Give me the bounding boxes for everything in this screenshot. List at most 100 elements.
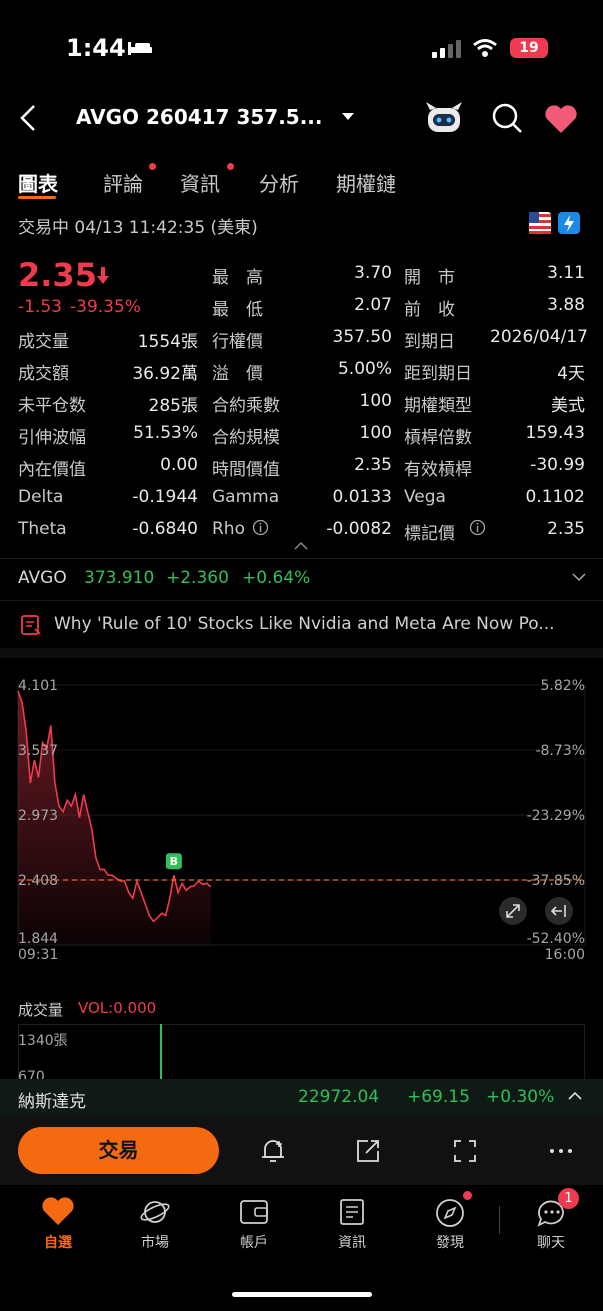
trade-button[interactable]: 交易 (18, 1127, 219, 1174)
prev-close-label: 前 收 (404, 300, 455, 320)
open-label: 開 市 (404, 268, 455, 288)
time-value-value: 2.35 (354, 455, 392, 475)
cellular-signal-icon (432, 40, 461, 58)
nav-account[interactable]: 帳戶 (224, 1232, 284, 1252)
open-value: 3.11 (547, 263, 585, 283)
high-label: 最 高 (212, 268, 263, 288)
tab-analysis[interactable]: 分析 (259, 168, 299, 197)
mark-price-value: 2.35 (547, 519, 585, 539)
expiry-value: 2026/04/17 (490, 327, 588, 347)
volume-value: VOL:0.000 (78, 999, 157, 1017)
market-planet-icon[interactable] (139, 1196, 171, 1228)
underlying-change-pct: +0.64% (242, 568, 311, 588)
home-indicator (232, 1292, 372, 1297)
robot-assistant-icon[interactable] (424, 100, 464, 136)
nav-divider (499, 1206, 500, 1234)
effective-leverage-value: -30.99 (530, 455, 585, 475)
option-type-value: 美式 (551, 396, 585, 416)
discover-compass-icon[interactable] (434, 1197, 466, 1229)
option-type-label: 期權類型 (404, 396, 472, 416)
gamma-value: 0.0133 (332, 487, 392, 507)
index-change: +69.15 (407, 1087, 470, 1107)
search-icon[interactable] (491, 102, 523, 134)
high-value: 3.70 (354, 263, 392, 283)
y-left-tick: 2.973 (18, 808, 58, 824)
premium-label: 溢 價 (212, 364, 263, 384)
expand-arrows-icon (506, 904, 520, 918)
price-alert-bell-icon[interactable] (259, 1137, 287, 1165)
intraday-price-chart[interactable]: B 4.101 5.82% 3.537 -8.73% 2.973 -23.29% 2.408 -… (0, 665, 603, 980)
chevron-down-icon[interactable] (341, 112, 355, 122)
arrow-to-line-icon (550, 905, 566, 917)
gamma-label: Gamma (212, 487, 280, 507)
leverage-value: 159.43 (525, 423, 585, 443)
low-label: 最 低 (212, 300, 263, 320)
rho-info-icon[interactable] (252, 519, 269, 536)
theta-value: -0.6840 (132, 519, 198, 539)
fullscreen-chart-button[interactable] (499, 897, 527, 925)
news-doc-icon[interactable] (337, 1197, 367, 1227)
news-headline[interactable]: Why 'Rule of 10' Stocks Like Nvidia and … (54, 614, 589, 634)
implied-volatility-label: 引伸波幅 (18, 428, 86, 448)
status-time: 1:44 (66, 34, 126, 62)
delta-label: Delta (18, 487, 64, 507)
favorite-heart-icon[interactable] (544, 104, 578, 134)
intrinsic-value-value: 0.00 (160, 455, 198, 475)
index-name: 納斯達克 (18, 1092, 86, 1112)
underlying-symbol[interactable]: AVGO (18, 568, 67, 588)
nav-watchlist[interactable]: 自選 (28, 1232, 88, 1252)
x-tick-start: 09:31 (18, 947, 58, 963)
vega-label: Vega (404, 487, 446, 507)
turnover-label: 成交額 (18, 364, 69, 384)
index-value: 22972.04 (298, 1087, 380, 1107)
y-right-tick: -23.29% (527, 808, 585, 824)
trading-status: 交易中 04/13 11:42:35 (美東) (18, 218, 258, 238)
volume-chart-frame (18, 1024, 585, 1079)
collapse-chevron-up-icon[interactable] (294, 541, 308, 551)
expiry-label: 到期日 (404, 332, 455, 352)
buy-marker-label: B (170, 855, 178, 868)
discover-dot (463, 1191, 472, 1200)
tab-comments-dot (149, 163, 156, 170)
price-change-pct: -39.35% (70, 297, 141, 317)
x-tick-end: 16:00 (545, 947, 585, 963)
nav-chat[interactable]: 聊天 (521, 1232, 581, 1252)
fullscreen-icon[interactable] (451, 1137, 479, 1165)
days-to-expiry-value: 4天 (557, 364, 585, 384)
level2-quote-icon[interactable] (558, 212, 580, 234)
y-left-tick: 3.537 (18, 743, 58, 759)
y-right-tick: 5.82% (541, 678, 585, 694)
volume-label: 成交量 (18, 332, 69, 352)
volume-title: 成交量 (18, 1001, 64, 1019)
rho-value: -0.0082 (326, 519, 392, 539)
underlying-price: 373.910 (84, 568, 155, 588)
low-value: 2.07 (354, 295, 392, 315)
page-title[interactable]: AVGO 260417 357.5... (76, 105, 323, 129)
y-left-tick: 2.408 (18, 873, 58, 889)
share-icon[interactable] (354, 1137, 382, 1165)
more-options-icon[interactable] (547, 1137, 575, 1165)
underlying-change: +2.360 (166, 568, 229, 588)
tab-news[interactable]: 資訊 (180, 168, 220, 197)
nav-news[interactable]: 資訊 (322, 1232, 382, 1252)
back-arrow-icon[interactable] (18, 104, 38, 132)
rho-label: Rho (212, 519, 245, 539)
jump-to-latest-button[interactable] (545, 897, 573, 925)
watchlist-heart-icon[interactable] (41, 1196, 75, 1226)
tab-news-dot (227, 163, 234, 170)
tab-chart[interactable]: 圖表 (18, 168, 58, 197)
account-wallet-icon[interactable] (238, 1197, 270, 1227)
mark-price-info-icon[interactable] (469, 519, 486, 536)
tab-option-chain[interactable]: 期權鏈 (336, 168, 396, 197)
nav-discover[interactable]: 發現 (420, 1232, 480, 1252)
nav-market[interactable]: 市場 (125, 1232, 185, 1252)
delta-value: -0.1944 (132, 487, 198, 507)
expand-chevron-down-icon[interactable] (572, 572, 586, 582)
open-interest-label: 未平仓数 (18, 396, 86, 416)
contract-size-label: 合約規模 (212, 428, 280, 448)
prev-close-value: 3.88 (547, 295, 585, 315)
tab-comments[interactable]: 評論 (103, 168, 143, 197)
last-price: 2.35 (18, 256, 97, 294)
multiplier-label: 合約乘數 (212, 396, 280, 416)
index-expand-chevron-up-icon[interactable] (568, 1091, 582, 1101)
